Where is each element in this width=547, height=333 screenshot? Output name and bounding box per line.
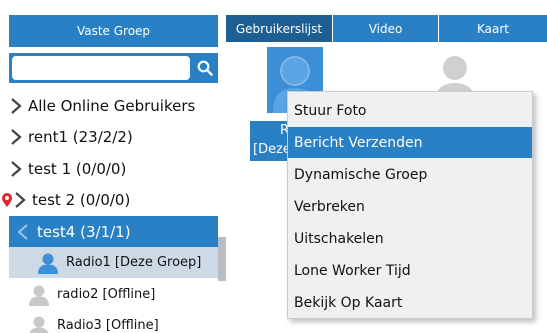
tree-item-label: test 1 (0/0/0) — [28, 159, 127, 178]
menu-item-stuur-foto[interactable]: Stuur Foto — [288, 95, 532, 126]
group-panel-header: Vaste Groep — [9, 15, 218, 47]
user-item-radio3[interactable]: Radio3 [Offline] — [0, 310, 218, 333]
search-icon[interactable] — [194, 56, 216, 80]
tree-item-label: test4 (3/1/1) — [37, 222, 131, 241]
user-item-label: Radio3 [Offline] — [57, 318, 159, 333]
user-item-label: radio2 [Offline] — [57, 287, 156, 302]
user-online-icon — [37, 252, 59, 274]
context-menu: Stuur Foto Bericht Verzenden Dynamische … — [287, 91, 533, 319]
user-offline-icon — [28, 284, 50, 306]
view-tabs: Gebruikerslijst Video Kaart — [226, 15, 547, 42]
menu-item-uitschakelen[interactable]: Uitschakelen — [288, 223, 532, 254]
search-bar — [9, 53, 218, 83]
chevron-left-icon — [17, 223, 29, 240]
user-offline-icon — [28, 315, 50, 333]
panel-splitter[interactable] — [218, 0, 226, 333]
tree-item-test-2[interactable]: test 2 (0/0/0) — [0, 184, 218, 215]
tree-item-alle-online-gebruikers[interactable]: Alle Online Gebruikers — [0, 90, 218, 121]
menu-item-bericht-verzenden[interactable]: Bericht Verzenden — [288, 127, 532, 158]
tab-gebruikerslijst[interactable]: Gebruikerslijst — [226, 15, 333, 42]
menu-item-bekijk-op-kaart[interactable]: Bekijk Op Kaart — [288, 287, 532, 318]
user-item-radio2[interactable]: radio2 [Offline] — [0, 279, 218, 310]
group-tree: Alle Online Gebruikers rent1 (23/2/2) te… — [0, 87, 218, 333]
tree-item-test-1[interactable]: test 1 (0/0/0) — [0, 153, 218, 184]
tree-item-label: Alle Online Gebruikers — [28, 96, 196, 115]
chevron-right-icon — [10, 160, 22, 177]
user-item-radio1[interactable]: Radio1 [Deze Groep] — [9, 247, 218, 278]
group-panel: Vaste Groep Alle Online Gebruikers rent1… — [0, 0, 218, 333]
location-pin-icon — [1, 192, 13, 208]
menu-item-dynamische-groep[interactable]: Dynamische Groep — [288, 159, 532, 190]
chevron-right-icon — [10, 128, 22, 145]
menu-item-verbreken[interactable]: Verbreken — [288, 191, 532, 222]
chevron-right-icon — [10, 97, 22, 114]
chevron-right-icon — [14, 191, 26, 208]
tree-item-test4[interactable]: test4 (3/1/1) — [9, 216, 218, 247]
splitter-handle[interactable] — [218, 237, 226, 281]
user-item-label: Radio1 [Deze Groep] — [66, 255, 202, 270]
app-window: Vaste Groep Alle Online Gebruikers rent1… — [0, 0, 547, 333]
tab-kaart[interactable]: Kaart — [439, 15, 547, 42]
tree-item-label: rent1 (23/2/2) — [28, 127, 133, 146]
search-input[interactable] — [12, 56, 190, 80]
tree-item-label: test 2 (0/0/0) — [32, 190, 131, 209]
menu-item-lone-worker-tijd[interactable]: Lone Worker Tijd — [288, 255, 532, 286]
tree-item-rent1[interactable]: rent1 (23/2/2) — [0, 121, 218, 152]
tab-video[interactable]: Video — [333, 15, 439, 42]
